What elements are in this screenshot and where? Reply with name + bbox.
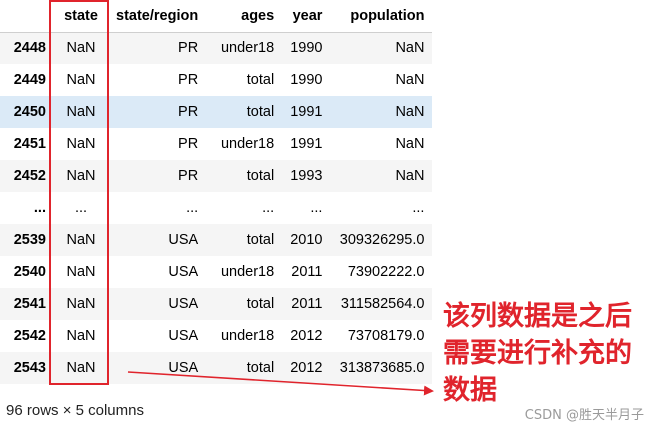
year-cell: 1990 [290, 72, 323, 88]
table-row: 2450 NaN PR total 1991 NaN [0, 96, 433, 128]
row-index: 2543 [13, 360, 46, 376]
annotation-line-1: 该列数据是之后 [443, 301, 632, 332]
population-cell: NaN [395, 40, 425, 57]
year-cell: 2012 [290, 328, 323, 344]
header-state-region: state/region [108, 0, 207, 33]
state-cell: NaN [66, 328, 96, 344]
state-region-cell: PR [178, 168, 199, 184]
header-state: state [54, 0, 108, 33]
state-region-cell: PR [178, 104, 199, 120]
table-body: 2448 NaN PR under18 1990 NaN 2449 NaN PR total 199… [0, 32, 433, 384]
year-cell: 2011 [291, 264, 323, 280]
row-index: 2448 [13, 40, 46, 57]
header-row: state state/region ages year population [0, 0, 433, 33]
year-cell: 1990 [290, 40, 323, 57]
state-cell: NaN [66, 104, 96, 120]
table-row: 2449 NaN PR total 1990 NaN [0, 64, 432, 96]
year-cell: 2011 [291, 296, 323, 312]
state-cell: NaN [66, 232, 96, 248]
population-cell: 309326295.0 [339, 232, 425, 248]
state-cell: NaN [66, 136, 96, 152]
row-index: 2451 [13, 136, 46, 152]
population-cell: NaN [395, 72, 425, 88]
year-cell: 1991 [290, 136, 323, 152]
year-cell: ... [310, 200, 323, 216]
header-population: population [330, 0, 433, 33]
header-index [0, 0, 54, 33]
ages-cell: total [246, 232, 275, 248]
table-row: 2451 NaN PR under18 1991 NaN [0, 128, 432, 160]
row-index: 2450 [13, 104, 46, 120]
ages-cell: ... [262, 200, 275, 216]
population-cell: 73708179.0 [347, 328, 425, 344]
population-cell: NaN [395, 136, 425, 152]
state-cell: NaN [66, 264, 96, 280]
state-cell: NaN [66, 72, 96, 88]
state-region-cell: PR [178, 136, 199, 152]
ages-cell: under18 [220, 136, 275, 152]
state-cell: NaN [66, 296, 96, 312]
ages-cell: total [246, 168, 275, 184]
row-index: 2452 [13, 168, 46, 184]
state-region-cell: PR [178, 40, 199, 57]
state-region-cell: USA [168, 328, 199, 344]
state-region-cell: USA [168, 296, 199, 312]
population-cell: 313873685.0 [339, 360, 425, 376]
dataframe-shape: 96 rows × 5 columns [6, 402, 144, 419]
table-row: 2540 NaN USA under18 2011 73902222.0 [0, 256, 432, 288]
table-row: .................. [0, 192, 432, 224]
watermark: CSDN @胜天半月子 [524, 408, 644, 423]
ages-cell: total [246, 360, 275, 376]
year-cell: 1991 [290, 104, 323, 120]
ages-cell: under18 [220, 40, 275, 57]
state-region-cell: PR [178, 72, 199, 88]
row-index: 2539 [13, 232, 46, 248]
row-index: 2542 [13, 328, 46, 344]
year-cell: 1993 [290, 168, 323, 184]
state-cell: NaN [66, 168, 96, 184]
table-row: 2543 NaN USA total 2012 313873685.0 [0, 352, 433, 384]
ages-cell: total [246, 72, 275, 88]
table-row: 2539 NaN USA total 2010 309326295.0 [0, 224, 433, 256]
state-region-cell: USA [168, 232, 199, 248]
state-cell: ... [74, 200, 88, 216]
ages-cell: total [246, 296, 275, 312]
table-row: 2542 NaN USA under18 2012 73708179.0 [0, 320, 432, 352]
ages-cell: total [246, 104, 275, 120]
ages-cell: under18 [220, 264, 275, 280]
state-region-cell: ... [186, 200, 199, 216]
state-cell: NaN [66, 360, 96, 376]
row-index: 2541 [13, 296, 46, 312]
state-region-cell: USA [168, 360, 199, 376]
row-index: 2449 [13, 72, 46, 88]
table-header: state state/region ages year population [0, 0, 433, 33]
state-region-cell: USA [168, 264, 199, 280]
dataframe-table: state state/region ages year population … [0, 0, 433, 384]
header-ages: ages [206, 0, 283, 33]
table-row: 2452 NaN PR total 1993 NaN [0, 160, 433, 192]
row-index: ... [33, 200, 46, 216]
year-cell: 2010 [290, 232, 323, 248]
header-year: year [282, 0, 331, 33]
population-cell: NaN [395, 104, 425, 120]
year-cell: 2012 [290, 360, 323, 376]
population-cell: NaN [395, 168, 425, 184]
annotation-line-2: 需要进行补充的 [443, 338, 632, 369]
table-row: 2541 NaN USA total 2011 311582564.0 [0, 288, 433, 320]
row-index: 2540 [13, 264, 46, 280]
annotation-text: 该列数据是之后 需要进行补充的 数据 [443, 298, 632, 409]
population-cell: 73902222.0 [347, 264, 425, 280]
state-cell: NaN [66, 40, 96, 57]
population-cell: ... [412, 200, 425, 216]
ages-cell: under18 [220, 328, 275, 344]
table-row: 2448 NaN PR under18 1990 NaN [0, 32, 433, 64]
population-cell: 311582564.0 [340, 296, 425, 312]
